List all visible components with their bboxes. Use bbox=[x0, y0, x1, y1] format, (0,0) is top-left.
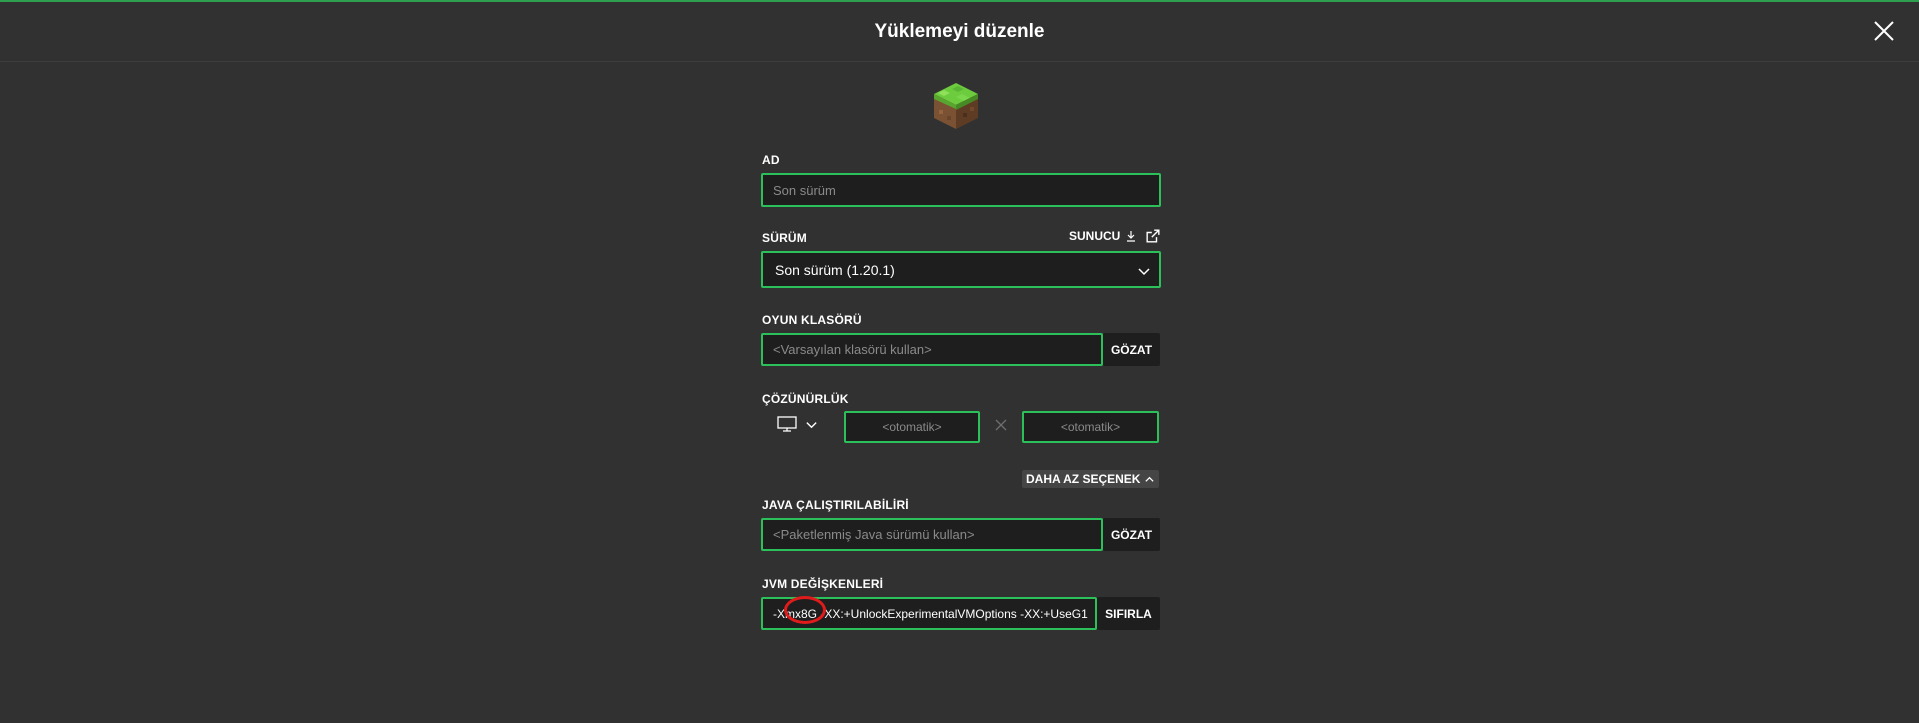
chevron-down-icon bbox=[1138, 268, 1150, 276]
game-dir-browse-button[interactable]: GÖZAT bbox=[1103, 333, 1160, 366]
version-select[interactable]: Son sürüm (1.20.1) bbox=[761, 251, 1161, 288]
less-options-toggle[interactable]: DAHA AZ SEÇENEK bbox=[1022, 470, 1160, 488]
name-label: AD bbox=[762, 153, 780, 167]
game-dir-placeholder: <Varsayılan klasörü kullan> bbox=[773, 342, 932, 357]
version-selected: Son sürüm (1.20.1) bbox=[775, 261, 895, 278]
less-options-label: DAHA AZ SEÇENEK bbox=[1026, 472, 1141, 486]
dialog-title: Yüklemeyi düzenle bbox=[874, 21, 1045, 42]
java-browse-button[interactable]: GÖZAT bbox=[1103, 518, 1160, 551]
server-link-label: SUNUCU bbox=[1069, 229, 1121, 243]
resolution-preset-dropdown[interactable] bbox=[777, 416, 818, 432]
jvm-args-input[interactable]: -Xmx8G -XX:+UnlockExperimentalVMOptions … bbox=[761, 597, 1097, 630]
jvm-args-value: -Xmx8G -XX:+UnlockExperimentalVMOptions … bbox=[773, 606, 1088, 621]
jvm-reset-button[interactable]: SIFIRLA bbox=[1097, 597, 1160, 630]
java-placeholder: <Paketlenmiş Java sürümü kullan> bbox=[773, 527, 975, 542]
resolution-width-input[interactable]: <otomatik> bbox=[844, 411, 980, 443]
chevron-down-icon bbox=[806, 421, 817, 428]
close-icon[interactable] bbox=[1871, 18, 1897, 44]
java-label: JAVA ÇALIŞTIRILABİLİRİ bbox=[762, 498, 909, 512]
resolution-height-placeholder: <otomatik> bbox=[1060, 420, 1121, 434]
game-dir-label: OYUN KLASÖRÜ bbox=[762, 313, 862, 327]
version-label: SÜRÜM bbox=[762, 231, 807, 245]
chevron-up-icon bbox=[1145, 476, 1155, 482]
external-link-icon bbox=[1146, 229, 1160, 243]
monitor-icon bbox=[777, 416, 797, 432]
server-download-link[interactable]: SUNUCU bbox=[1069, 229, 1160, 243]
jvm-args-label: JVM DEĞİŞKENLERİ bbox=[762, 577, 884, 591]
dialog-header: Yüklemeyi düzenle bbox=[0, 2, 1919, 62]
resolution-height-input[interactable]: <otomatik> bbox=[1022, 411, 1159, 443]
name-placeholder: Son sürüm bbox=[773, 182, 836, 198]
times-icon bbox=[995, 419, 1007, 431]
download-icon bbox=[1127, 231, 1136, 242]
java-executable-input[interactable]: <Paketlenmiş Java sürümü kullan> bbox=[761, 518, 1103, 551]
resolution-label: ÇÖZÜNÜRLÜK bbox=[762, 392, 849, 406]
name-input[interactable]: Son sürüm bbox=[761, 173, 1161, 207]
game-dir-input[interactable]: <Varsayılan klasörü kullan> bbox=[761, 333, 1103, 366]
resolution-width-placeholder: <otomatik> bbox=[882, 420, 942, 434]
grass-block-icon[interactable] bbox=[930, 80, 982, 132]
